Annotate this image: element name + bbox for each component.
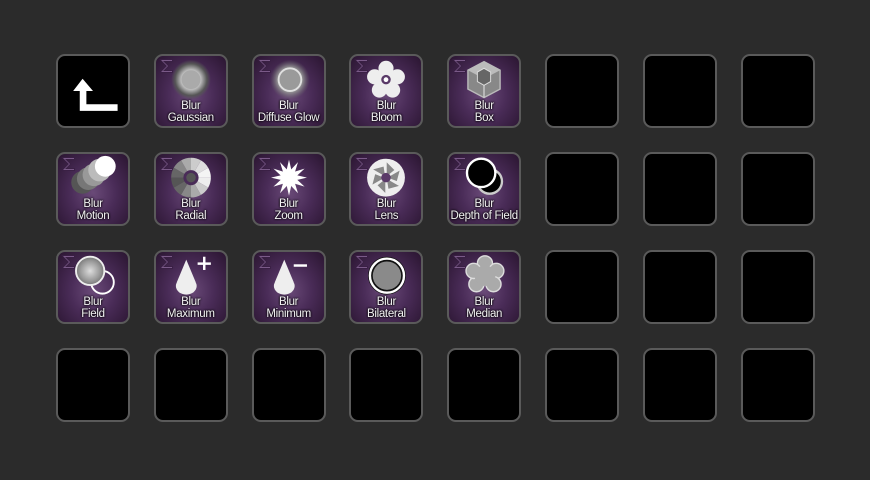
- empty-key[interactable]: [545, 348, 619, 422]
- blur-box-key[interactable]: Blur Box: [447, 54, 522, 128]
- blur-diffuse-glow-key[interactable]: Blur Diffuse Glow: [251, 54, 326, 128]
- key-label-line1: Blur: [83, 198, 103, 210]
- empty-key[interactable]: [251, 348, 326, 422]
- key-label-line1: Blur: [474, 296, 495, 308]
- key-label-line2: Zoom: [274, 210, 303, 222]
- empty-key[interactable]: [545, 152, 619, 226]
- key-label-line1: Blur: [474, 100, 495, 112]
- key-label: Blur Gaussian: [156, 100, 226, 124]
- empty-key[interactable]: [740, 348, 815, 422]
- key-label: Blur Depth of Field: [449, 198, 519, 222]
- key-label: Blur Field: [58, 296, 128, 320]
- key-label-line1: Blur: [278, 198, 299, 210]
- key-label-line1: Blur: [278, 100, 299, 112]
- key-label-line1: Blur: [181, 100, 201, 112]
- stream-deck-grid: Blur Gaussian Blur Diffuse Glow Blur Blo…: [0, 0, 870, 480]
- blur-zoom-key[interactable]: Blur Zoom: [251, 152, 326, 226]
- back-key[interactable]: [56, 54, 130, 128]
- key-label: Blur Zoom: [254, 198, 324, 222]
- blur-radial-key[interactable]: Blur Radial: [153, 152, 228, 226]
- empty-key[interactable]: [545, 250, 619, 324]
- key-label-line2: Diffuse Glow: [257, 112, 320, 124]
- key-label: Blur Box: [449, 100, 519, 124]
- key-label-line2: Maximum: [166, 308, 215, 320]
- key-label: Blur Bloom: [351, 100, 421, 124]
- blur-motion-key[interactable]: Blur Motion: [56, 152, 130, 226]
- empty-key[interactable]: [447, 348, 522, 422]
- key-label-line2: Field: [81, 308, 105, 320]
- key-label-line2: Depth of Field: [450, 210, 518, 222]
- key-label-line1: Blur: [83, 296, 103, 308]
- blur-field-key[interactable]: Blur Field: [56, 250, 130, 324]
- empty-key[interactable]: [740, 152, 815, 226]
- empty-key[interactable]: [642, 54, 717, 128]
- back-arrow-icon: [73, 78, 118, 111]
- blur-bilateral-key[interactable]: Blur Bilateral: [349, 250, 424, 324]
- empty-key[interactable]: [642, 250, 717, 324]
- key-label-line2: Gaussian: [167, 112, 214, 124]
- key-label-line1: Blur: [376, 100, 397, 112]
- empty-key[interactable]: [740, 250, 815, 324]
- key-label: Blur Motion: [58, 198, 128, 222]
- key-label-line2: Bloom: [370, 112, 402, 124]
- key-label-line1: Blur: [278, 296, 299, 308]
- key-label-line2: Bilateral: [366, 308, 406, 320]
- key-label-line2: Median: [466, 308, 503, 320]
- blur-minimum-key[interactable]: Blur Minimum: [251, 250, 326, 324]
- empty-key[interactable]: [545, 54, 619, 128]
- key-label-line2: Lens: [374, 210, 399, 222]
- empty-key[interactable]: [740, 54, 815, 128]
- blur-bloom-key[interactable]: Blur Bloom: [349, 54, 424, 128]
- blur-maximum-key[interactable]: Blur Maximum: [153, 250, 228, 324]
- key-label-line1: Blur: [376, 198, 397, 210]
- empty-key[interactable]: [153, 348, 228, 422]
- key-label-line2: Box: [474, 112, 494, 124]
- key-label: Blur Maximum: [156, 296, 226, 320]
- key-label-line2: Motion: [76, 210, 110, 222]
- key-label: Blur Bilateral: [351, 296, 421, 320]
- key-label: Blur Median: [449, 296, 519, 320]
- key-label: Blur Diffuse Glow: [254, 100, 324, 124]
- key-label-line1: Blur: [181, 198, 201, 210]
- key-label: Blur Radial: [156, 198, 226, 222]
- empty-key[interactable]: [642, 348, 717, 422]
- key-label: Blur Minimum: [254, 296, 324, 320]
- blur-median-key[interactable]: Blur Median: [447, 250, 522, 324]
- key-label-line1: Blur: [181, 296, 201, 308]
- blur-gaussian-key[interactable]: Blur Gaussian: [153, 54, 228, 128]
- blur-lens-key[interactable]: Blur Lens: [349, 152, 424, 226]
- key-label-line1: Blur: [376, 296, 397, 308]
- empty-key[interactable]: [56, 348, 130, 422]
- key-label: Blur Lens: [351, 198, 421, 222]
- key-label-line2: Minimum: [266, 308, 311, 320]
- key-label-line1: Blur: [474, 198, 495, 210]
- blur-depth-of-field-key[interactable]: Blur Depth of Field: [447, 152, 522, 226]
- key-label-line2: Radial: [175, 210, 207, 222]
- empty-key[interactable]: [642, 152, 717, 226]
- empty-key[interactable]: [349, 348, 424, 422]
